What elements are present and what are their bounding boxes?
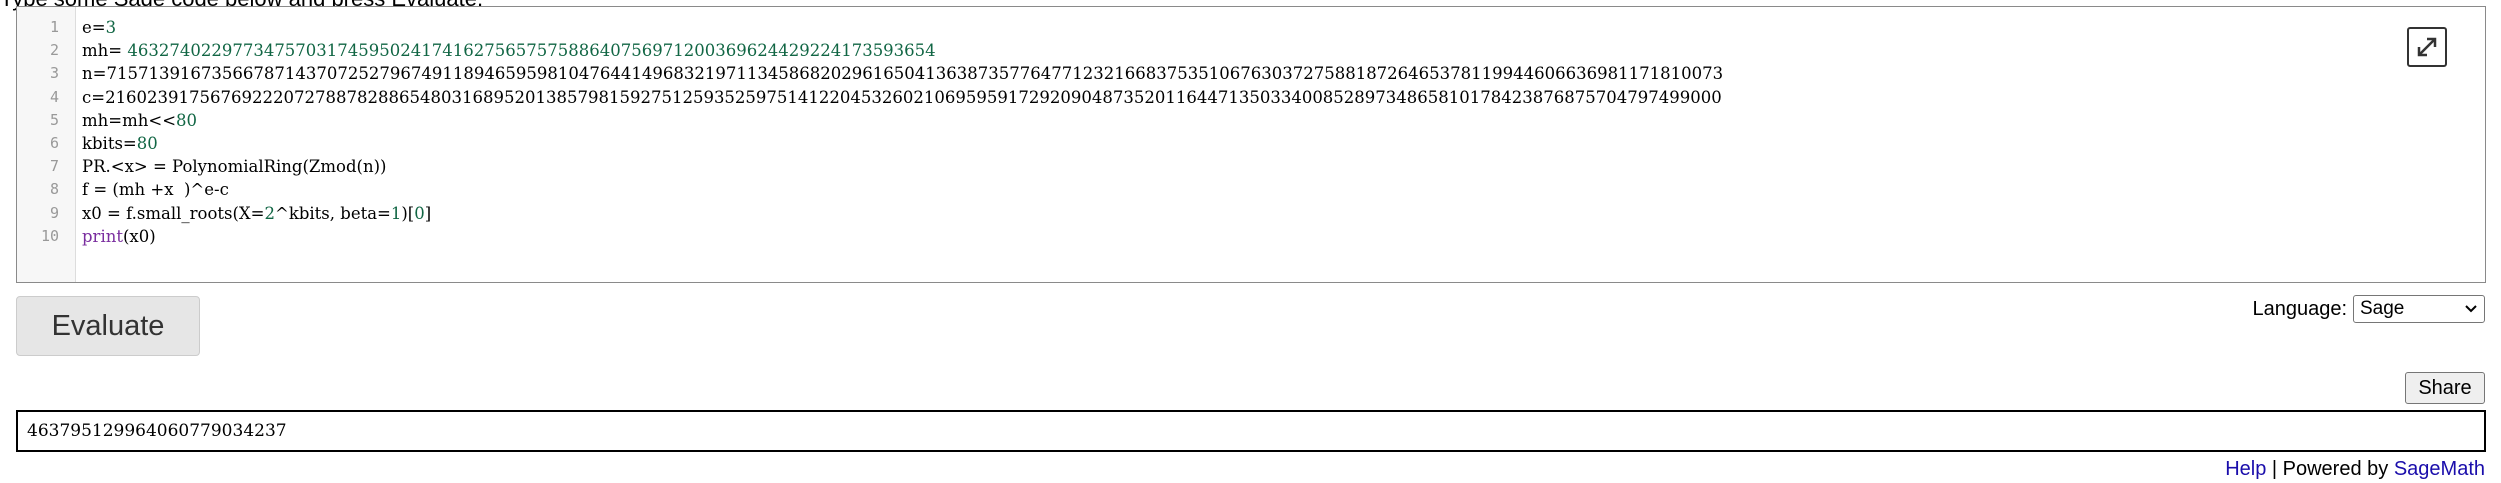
code-token: mh= [82, 41, 128, 61]
line-number: 10 [40, 226, 59, 245]
line-number: 3 [49, 64, 59, 83]
share-button[interactable]: Share [2405, 372, 2485, 404]
code-line[interactable]: 5 mh=mh<<80 [17, 109, 2485, 132]
language-select[interactable]: Sage [2353, 295, 2485, 323]
code-line[interactable]: 8 f = (mh +x )^e-c [17, 178, 2485, 201]
code-text[interactable]: mh= 463274022977347570317459502417416275… [82, 39, 936, 62]
code-text[interactable]: mh=mh<<80 [82, 109, 197, 132]
sagemath-link[interactable]: SageMath [2394, 458, 2485, 480]
expand-icon [2417, 37, 2437, 57]
code-token: n=71571391673566787143707252796749118946… [82, 64, 1724, 84]
code-text[interactable]: x0 = f.small_roots(X=2^kbits, beta=1)[0] [82, 202, 431, 225]
code-line[interactable]: 2 mh= 46327402297734757031745950241741627… [17, 39, 2485, 62]
line-number: 1 [49, 18, 59, 36]
code-text[interactable]: print(x0) [82, 225, 156, 248]
code-line[interactable]: 1 e=3 [17, 16, 2485, 39]
code-text[interactable]: n=71571391673566787143707252796749118946… [82, 62, 1723, 85]
line-number: 8 [49, 180, 59, 199]
help-link[interactable]: Help [2225, 458, 2266, 480]
code-editor[interactable]: 1 e=3 2 mh= 4632740229773475703174595024174… [16, 6, 2486, 283]
code-token: PR.<x> = PolynomialRing(Zmod(n)) [82, 157, 387, 177]
code-text[interactable]: kbits=80 [82, 132, 158, 155]
code-line[interactable]: 7 PR.<x> = PolynomialRing(Zmod(n)) [17, 155, 2485, 178]
chevron-down-icon [2465, 305, 2477, 313]
code-token: ] [424, 203, 432, 223]
code-token: print [82, 226, 123, 246]
code-line[interactable]: 4 c=2160239175676922207278878288654803168… [17, 86, 2485, 109]
code-token: 2 [264, 203, 276, 223]
code-token: f = (mh +x )^e-c [82, 180, 229, 200]
code-text[interactable]: e=3 [82, 16, 116, 39]
code-lines[interactable]: 1 e=3 2 mh= 4632740229773475703174595024174… [17, 16, 2485, 248]
code-token: 4632740229773475703174595024174162756575… [127, 41, 936, 61]
line-number: 4 [49, 87, 59, 106]
line-number: 6 [49, 133, 59, 152]
code-token: c=21602391756769222072788782886548031689… [82, 87, 1722, 107]
code-token: 0 [414, 203, 425, 223]
code-token: 3 [105, 18, 117, 37]
code-line[interactable]: 9 x0 = f.small_roots(X=2^kbits, beta=1)[0… [17, 202, 2485, 225]
line-number: 9 [49, 203, 59, 222]
code-token: 80 [136, 133, 158, 153]
footer: Help | Powered by SageMath [2225, 458, 2485, 481]
code-token: kbits= [82, 133, 137, 153]
code-text[interactable]: PR.<x> = PolynomialRing(Zmod(n)) [82, 155, 386, 178]
code-token: 80 [176, 110, 198, 130]
code-text[interactable]: f = (mh +x )^e-c [82, 178, 229, 201]
code-token: ^kbits, beta= [275, 203, 391, 223]
code-line[interactable]: 6 kbits=80 [17, 132, 2485, 155]
footer-separator: | Powered by [2266, 458, 2394, 480]
language-selector: Language: Sage [2252, 295, 2485, 323]
line-number: 2 [49, 41, 59, 60]
code-token: 1 [390, 203, 402, 223]
language-label: Language: [2252, 297, 2347, 320]
code-token: (x0) [122, 226, 156, 246]
code-line[interactable]: 10 print(x0) [17, 225, 2485, 248]
code-text[interactable]: c=21602391756769222072788782886548031689… [82, 86, 1722, 109]
language-selected-value: Sage [2360, 298, 2405, 319]
line-number: 5 [49, 110, 59, 129]
code-token: )[ [401, 203, 415, 223]
code-token: mh=mh<< [82, 110, 177, 130]
code-token: e= [82, 18, 106, 37]
output-box: 46379512996406077903423​7 [16, 410, 2486, 452]
evaluate-button[interactable]: Evaluate [16, 296, 200, 356]
code-token: x0 = f.small_roots(X= [82, 203, 265, 223]
code-line[interactable]: 3 n=7157139167356678714370725279674911894… [17, 62, 2485, 85]
line-number: 7 [49, 157, 59, 176]
expand-editor-button[interactable] [2407, 27, 2447, 67]
